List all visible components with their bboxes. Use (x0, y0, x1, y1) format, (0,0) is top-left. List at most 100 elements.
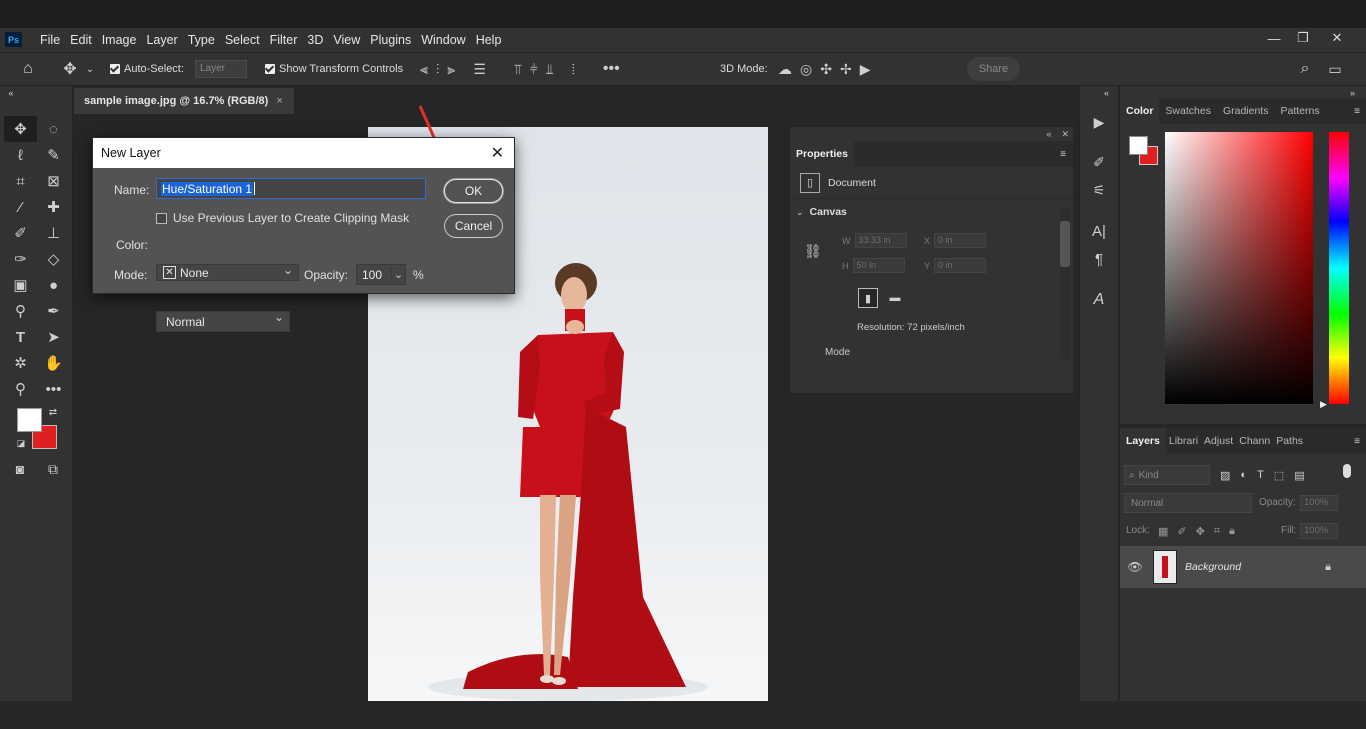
panel-menu-icon[interactable]: ≡ (1348, 436, 1366, 447)
tab-libraries[interactable]: Librari (1166, 428, 1201, 454)
search-icon[interactable]: ⌕ (1294, 59, 1316, 79)
adjustments-icon[interactable]: ⚟ (1088, 180, 1110, 200)
paragraph-icon[interactable]: ¶ (1088, 249, 1110, 269)
menu-3d[interactable]: 3D (302, 33, 328, 47)
eyedropper-icon[interactable]: ⁄ (4, 194, 37, 220)
foreground-color-chip[interactable] (1129, 136, 1148, 155)
portrait-orientation-icon[interactable]: ▮ (858, 288, 878, 308)
landscape-orientation-icon[interactable]: ▬ (886, 289, 904, 307)
tab-channels[interactable]: Chann (1236, 428, 1273, 454)
collapse-icon[interactable]: « (4, 88, 18, 98)
collapse-icon[interactable]: « (1104, 88, 1109, 98)
eraser-icon[interactable]: ◇ (37, 246, 70, 272)
shape-tool-icon[interactable]: ✲ (4, 350, 37, 376)
lock-transparent-icon[interactable]: ▦ (1158, 525, 1168, 538)
close-panel-icon[interactable]: ✕ (1061, 129, 1069, 140)
play-icon[interactable]: ▶ (1088, 112, 1110, 132)
menu-select[interactable]: Select (220, 33, 265, 47)
path-select-icon[interactable]: ➤ (37, 324, 70, 350)
menu-plugins[interactable]: Plugins (365, 33, 416, 47)
default-colors-icon[interactable]: ◪ (15, 437, 27, 449)
close-tab-icon[interactable]: × (276, 95, 282, 107)
menu-file[interactable]: File (35, 33, 65, 47)
show-transform-checkbox[interactable]: Show Transform Controls (265, 62, 403, 76)
pen-tool-icon[interactable]: ✒ (37, 298, 70, 324)
width-field[interactable]: 33.33 in (854, 233, 907, 248)
tab-swatches[interactable]: Swatches (1159, 98, 1217, 124)
home-icon[interactable]: ⌂ (16, 59, 40, 79)
collapse-panel-icon[interactable]: « (1046, 129, 1051, 139)
quick-mask-icon[interactable]: ◙ (10, 460, 30, 478)
frame-tool-icon[interactable]: ⊠ (37, 168, 70, 194)
pan-3d-icon[interactable]: ✣ (820, 61, 832, 78)
character-icon[interactable]: A| (1088, 221, 1110, 241)
shape-filter-icon[interactable]: ⬚ (1274, 469, 1284, 482)
tab-paths[interactable]: Paths (1273, 428, 1306, 454)
close-window-icon[interactable]: ✕ (1320, 28, 1354, 48)
menu-view[interactable]: View (328, 33, 365, 47)
history-brush-icon[interactable]: ✑ (4, 246, 37, 272)
distribute-icon[interactable]: ☰ (473, 61, 486, 78)
dodge-tool-icon[interactable]: ⚲ (4, 298, 37, 324)
tab-layers[interactable]: Layers (1120, 428, 1166, 454)
menu-filter[interactable]: Filter (265, 33, 303, 47)
move-tool-icon[interactable]: ✥ (4, 116, 37, 142)
ok-button[interactable]: OK (444, 179, 503, 203)
align-top-icon[interactable]: ⫪ (514, 61, 522, 78)
chevron-down-icon[interactable]: ⌄ (391, 268, 405, 281)
menu-type[interactable]: Type (183, 33, 220, 47)
layer-opacity-field[interactable]: 100% (1300, 495, 1338, 511)
align-left-icon[interactable]: ⫷ (420, 61, 428, 78)
x-field[interactable]: 0 in (934, 233, 987, 248)
align-center-icon[interactable]: ⫶ (436, 61, 440, 78)
hue-slider[interactable] (1329, 132, 1349, 404)
blend-mode-dropdown[interactable]: Normal (1124, 493, 1252, 513)
lock-position-icon[interactable]: ✥ (1196, 525, 1205, 538)
align-right-icon[interactable]: ⫸ (447, 61, 455, 78)
chevron-down-icon[interactable]: ⌄ (84, 61, 96, 77)
panel-menu-icon[interactable]: ≡ (1053, 149, 1073, 160)
lock-pixels-icon[interactable]: ✐ (1177, 525, 1186, 538)
restore-icon[interactable]: ❐ (1286, 28, 1320, 48)
smart-object-filter-icon[interactable]: ▤ (1294, 469, 1304, 482)
opacity-input[interactable]: 100 ⌄ (356, 264, 406, 285)
chevron-down-icon[interactable]: ⌄ (796, 207, 804, 218)
lock-all-icon[interactable]: 🔒︎ (1229, 525, 1235, 538)
cancel-button[interactable]: Cancel (444, 214, 503, 238)
workspace-icon[interactable]: ▭ (1324, 59, 1346, 79)
hand-tool-icon[interactable]: ✋ (37, 350, 70, 376)
brush-settings-icon[interactable]: ✐ (1088, 152, 1110, 172)
lock-artboard-icon[interactable]: ⌗ (1214, 525, 1220, 538)
layer-kind-filter[interactable]: ⌕ Kind (1124, 465, 1210, 485)
pixel-filter-icon[interactable]: ▨ (1220, 469, 1230, 482)
lasso-tool-icon[interactable]: ℓ (4, 142, 37, 168)
camera-3d-icon[interactable]: ▶ (860, 61, 871, 78)
glyphs-icon[interactable]: A (1088, 290, 1110, 310)
menu-image[interactable]: Image (97, 33, 142, 47)
gradient-tool-icon[interactable]: ▣ (4, 272, 37, 298)
blur-tool-icon[interactable]: ● (37, 272, 70, 298)
tab-gradients[interactable]: Gradients (1217, 98, 1275, 124)
y-field[interactable]: 0 in (934, 258, 987, 273)
brush-tool-icon[interactable]: ✐ (4, 220, 37, 246)
menu-window[interactable]: Window (416, 33, 470, 47)
filter-toggle[interactable] (1343, 464, 1351, 478)
properties-scrollbar[interactable] (1060, 207, 1070, 359)
eye-visibility-icon[interactable]: 👁︎ (1127, 559, 1143, 575)
zoom-tool-icon[interactable]: ⚲ (4, 376, 37, 402)
clipping-mask-checkbox[interactable]: Use Previous Layer to Create Clipping Ma… (156, 211, 409, 225)
share-button[interactable]: Share (967, 57, 1020, 81)
stamp-tool-icon[interactable]: ⊥ (37, 220, 70, 246)
tab-patterns[interactable]: Patterns (1274, 98, 1325, 124)
layer-lock-icon[interactable]: 🔒︎ (1320, 559, 1336, 575)
color-field[interactable] (1165, 132, 1313, 404)
marquee-tool-icon[interactable]: ◌ (37, 116, 70, 142)
align-bottom-icon[interactable]: ⫫ (546, 61, 554, 78)
type-filter-icon[interactable]: T (1257, 469, 1264, 481)
more-icon[interactable]: ••• (603, 60, 620, 78)
collapse-right-icon[interactable]: » (1350, 88, 1355, 98)
type-tool-icon[interactable]: T (4, 324, 37, 350)
roll-3d-icon[interactable]: ◎ (800, 61, 812, 78)
menu-help[interactable]: Help (471, 33, 507, 47)
tab-properties[interactable]: Properties (790, 141, 854, 167)
